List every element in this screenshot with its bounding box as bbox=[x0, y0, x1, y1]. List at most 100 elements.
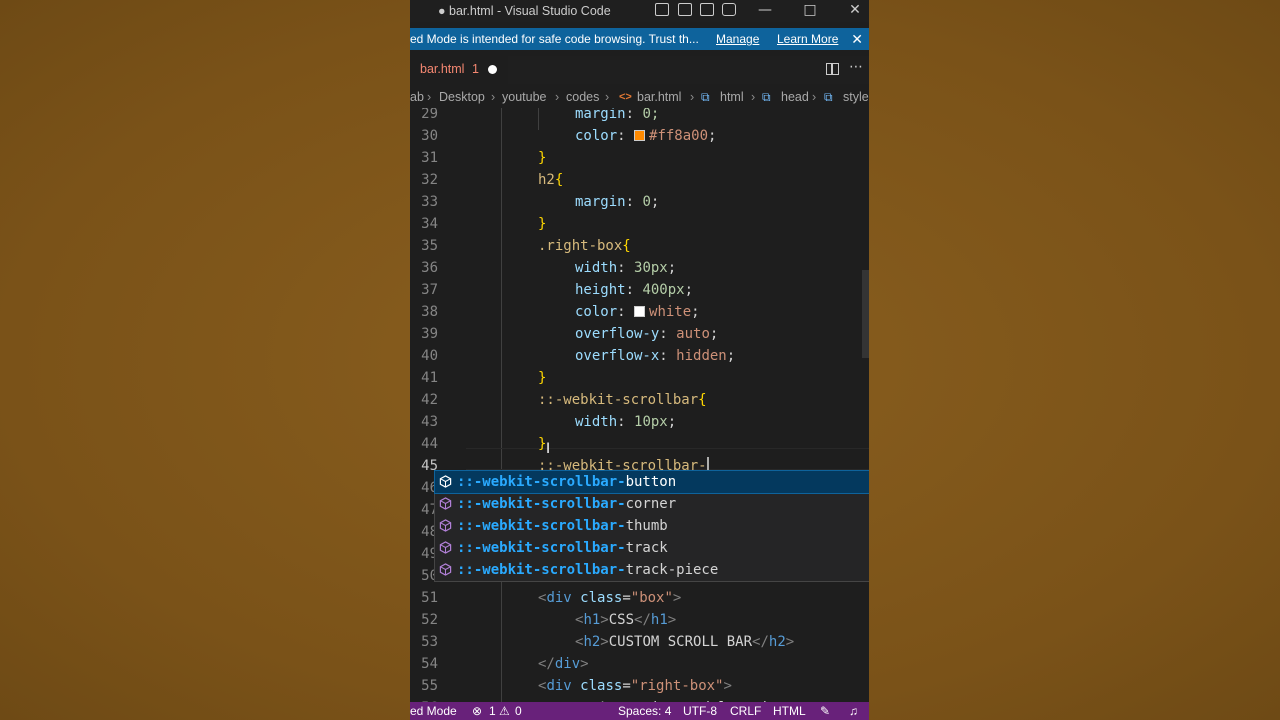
color-swatch[interactable] bbox=[634, 130, 646, 141]
banner-close-icon[interactable]: ✕ bbox=[851, 28, 863, 50]
line-number: 33 bbox=[421, 194, 438, 210]
line-number: 37 bbox=[421, 282, 438, 298]
code-line[interactable]: 43 width: 10px; bbox=[410, 411, 869, 433]
suggestion-rest: thumb bbox=[625, 518, 668, 534]
code-line[interactable]: 29 margin: 0; bbox=[410, 108, 869, 125]
code-line[interactable]: 34} bbox=[410, 213, 869, 235]
suggestion-label: ::-webkit-scrollbar-thumb bbox=[457, 515, 668, 537]
code-line[interactable]: 53 <h2>CUSTOM SCROLL BAR</h2> bbox=[410, 631, 869, 653]
property-symbol-icon bbox=[439, 519, 452, 532]
html-space bbox=[572, 590, 580, 606]
css-colon: : bbox=[625, 108, 635, 122]
maximize-icon[interactable]: □ bbox=[795, 0, 825, 22]
css-semicolon: ; bbox=[667, 260, 677, 276]
css-brace: } bbox=[538, 150, 547, 166]
breadcrumb-item[interactable]: bar.html bbox=[637, 86, 681, 108]
suggestion-item[interactable]: ::-webkit-scrollbar-corner bbox=[435, 493, 869, 515]
toggle-secondary-sidebar-icon[interactable] bbox=[700, 3, 714, 16]
restricted-mode-indicator[interactable]: ed Mode bbox=[410, 702, 457, 720]
code-line[interactable]: 41} bbox=[410, 367, 869, 389]
line-content: margin: 0; bbox=[575, 108, 659, 125]
line-content: overflow-x: hidden; bbox=[575, 345, 735, 367]
chevron-right-icon: › bbox=[555, 90, 560, 104]
breadcrumb-item[interactable]: Desktop bbox=[439, 86, 485, 108]
line-number: 53 bbox=[421, 634, 438, 650]
close-window-icon[interactable]: ✕ bbox=[840, 0, 869, 22]
code-line[interactable]: 51 <div class="box"> bbox=[410, 587, 869, 609]
encoding-status[interactable]: UTF-8 bbox=[683, 702, 717, 720]
line-content: width: 10px; bbox=[575, 411, 676, 433]
breadcrumb-item[interactable]: ab bbox=[410, 86, 424, 108]
code-line[interactable]: 38 color: white; bbox=[410, 301, 869, 323]
css-colon: : bbox=[617, 260, 635, 276]
breadcrumb-item[interactable]: head bbox=[781, 86, 809, 108]
color-swatch[interactable] bbox=[634, 306, 646, 317]
html-file-icon: <> bbox=[619, 91, 632, 103]
tab-problem-count: 1 bbox=[472, 62, 479, 76]
css-property: color bbox=[575, 304, 618, 320]
code-line[interactable]: 44} bbox=[410, 433, 869, 455]
css-property: margin bbox=[575, 194, 626, 210]
split-editor-icon[interactable] bbox=[826, 63, 839, 75]
suggestion-label: ::-webkit-scrollbar-button bbox=[457, 471, 676, 493]
warning-count[interactable]: 0 bbox=[515, 702, 522, 720]
code-line[interactable]: 37 height: 400px; bbox=[410, 279, 869, 301]
html-text: CSS bbox=[608, 612, 635, 628]
css-selector: h2 bbox=[538, 172, 555, 188]
css-colon: : bbox=[617, 304, 635, 320]
toggle-sidebar-icon[interactable] bbox=[655, 3, 669, 16]
code-line[interactable]: 39 overflow-y: auto; bbox=[410, 323, 869, 345]
code-line[interactable]: 55 <div class="right-box"> bbox=[410, 675, 869, 697]
line-content: height: 400px; bbox=[575, 279, 693, 301]
indentation-status[interactable]: Spaces: 4 bbox=[618, 702, 671, 720]
toggle-panel-icon[interactable] bbox=[678, 3, 692, 16]
css-semicolon: ; bbox=[709, 326, 719, 342]
error-count[interactable]: 1 bbox=[489, 702, 496, 720]
code-line[interactable]: 52 <h1>CSS</h1> bbox=[410, 609, 869, 631]
unsaved-dot-icon[interactable] bbox=[488, 65, 497, 74]
code-line[interactable]: 32 h2{ bbox=[410, 169, 869, 191]
code-editor[interactable]: 29 margin: 0; 30 color: #ff8a00; 31} 32 h2{33 m… bbox=[410, 108, 869, 702]
css-value: auto bbox=[676, 326, 710, 342]
code-line[interactable]: 42::-webkit-scrollbar{ bbox=[410, 389, 869, 411]
suggestion-item[interactable]: ::-webkit-scrollbar-track-piece bbox=[435, 559, 869, 581]
css-value: 400px bbox=[642, 282, 685, 298]
suggestion-item[interactable]: ::-webkit-scrollbar-track bbox=[435, 537, 869, 559]
suggestion-item[interactable]: ::-webkit-scrollbar-thumb bbox=[435, 515, 869, 537]
code-line[interactable]: 33 margin: 0; bbox=[410, 191, 869, 213]
code-line[interactable]: 35 .right-box{ bbox=[410, 235, 869, 257]
feedback-icon[interactable]: ✎ bbox=[820, 702, 830, 720]
code-line[interactable]: 54 </div> bbox=[410, 653, 869, 675]
minimize-icon[interactable]: — bbox=[750, 0, 780, 22]
line-content: } bbox=[538, 367, 546, 389]
code-line[interactable]: 36 width: 30px; bbox=[410, 257, 869, 279]
tab-bar-html[interactable]: bar.html 1 bbox=[410, 56, 508, 84]
vertical-scrollbar[interactable] bbox=[862, 270, 869, 358]
symbol-icon: ⧉ bbox=[762, 90, 771, 104]
status-bar: ed Mode ⊗ 1 ⚠ 0 Spaces: 4 UTF-8 CRLF HTM… bbox=[410, 702, 869, 720]
breadcrumb-item[interactable]: youtube bbox=[502, 86, 546, 108]
html-bracket: </ bbox=[538, 656, 555, 672]
notifications-bell-icon[interactable]: ♫ bbox=[849, 702, 858, 720]
customize-layout-icon[interactable] bbox=[722, 3, 736, 16]
line-number: 32 bbox=[421, 172, 438, 188]
line-content: overflow-y: auto; bbox=[575, 323, 718, 345]
html-bracket: > bbox=[667, 612, 677, 628]
css-selector: .right-box bbox=[538, 238, 623, 254]
code-line[interactable]: 30 color: #ff8a00; bbox=[410, 125, 869, 147]
breadcrumb: ab › Desktop › youtube › codes › <> bar.… bbox=[410, 86, 869, 108]
language-mode-status[interactable]: HTML bbox=[773, 702, 806, 720]
breadcrumb-item[interactable]: style bbox=[843, 86, 869, 108]
line-number: 52 bbox=[421, 612, 438, 628]
eol-status[interactable]: CRLF bbox=[730, 702, 761, 720]
suggestion-item[interactable]: ::-webkit-scrollbar-button bbox=[434, 470, 869, 494]
more-actions-icon[interactable]: ⋯ bbox=[849, 59, 863, 75]
breadcrumb-item[interactable]: codes bbox=[566, 86, 599, 108]
learn-more-link[interactable]: Learn More bbox=[777, 28, 838, 50]
html-equals: = bbox=[622, 590, 631, 606]
code-line[interactable]: 40 overflow-x: hidden; bbox=[410, 345, 869, 367]
html-tag-name: div bbox=[554, 656, 581, 672]
manage-link[interactable]: Manage bbox=[716, 28, 759, 50]
code-line[interactable]: 31} bbox=[410, 147, 869, 169]
breadcrumb-item[interactable]: html bbox=[720, 86, 744, 108]
